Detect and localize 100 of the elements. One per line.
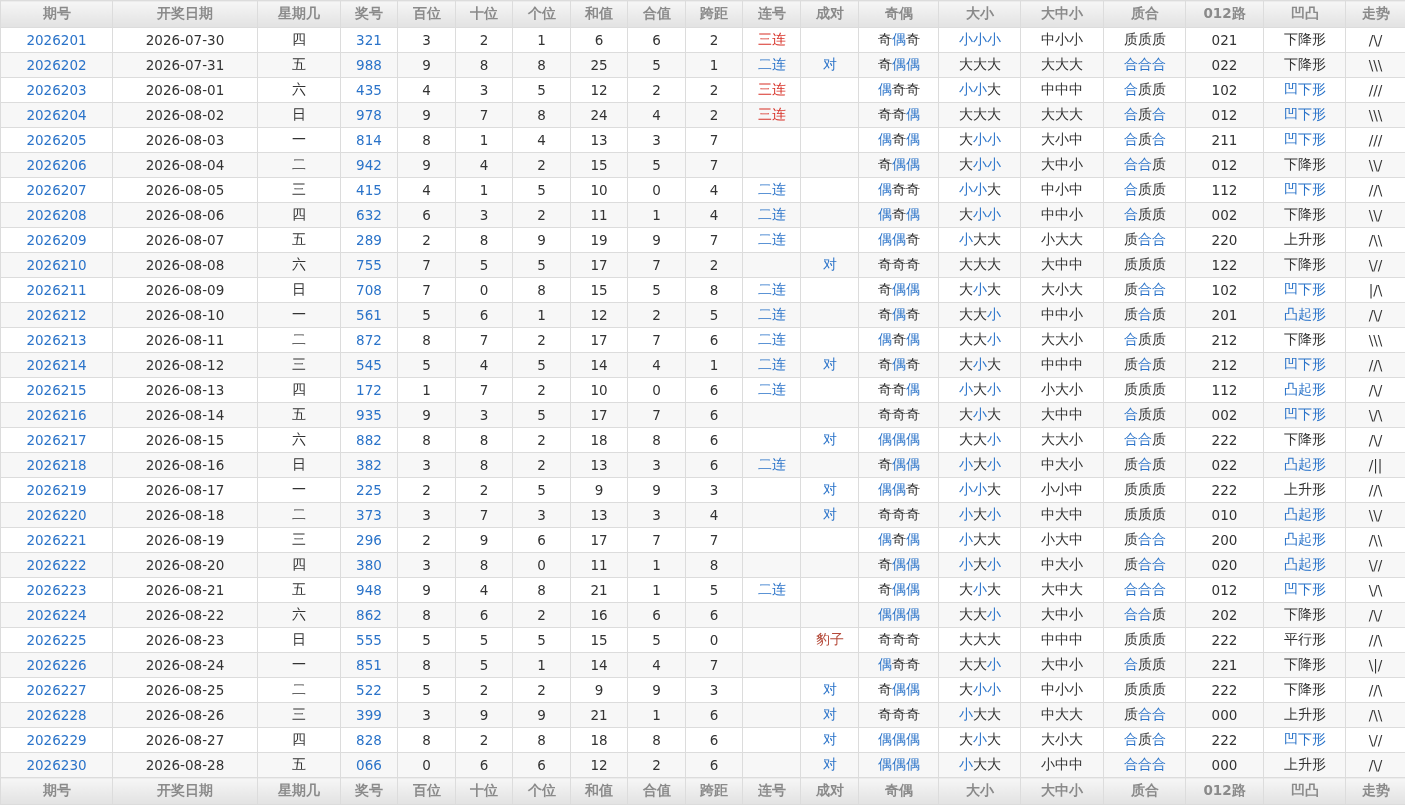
table-cell: 2026225 [0, 627, 113, 653]
table-cell: 奇奇奇 [858, 502, 939, 528]
table-cell: 002 [1185, 402, 1264, 428]
table-cell: 222 [1185, 677, 1264, 703]
table-cell: 212 [1185, 327, 1264, 353]
table-cell: 2026213 [0, 327, 113, 353]
table-cell: 五 [257, 52, 341, 78]
table-cell: 偶奇偶 [858, 202, 939, 228]
table-cell: 2026-08-27 [112, 727, 258, 753]
table-cell: 质质质 [1103, 252, 1186, 278]
table-cell: 小大大 [938, 527, 1021, 553]
table-cell: 2026-08-12 [112, 352, 258, 378]
table-cell: 大小大 [938, 727, 1021, 753]
table-cell: 五 [257, 227, 341, 253]
table-cell: 中大大 [1020, 702, 1104, 728]
table-cell: 2026-08-25 [112, 677, 258, 703]
table-cell: 大大大 [938, 627, 1021, 653]
table-cell: 凹下形 [1263, 352, 1346, 378]
column-header: 凹凸 [1263, 0, 1346, 28]
table-cell: 奇奇偶 [858, 102, 939, 128]
column-header: 开奖日期 [112, 777, 258, 805]
table-cell: 中大小 [1020, 452, 1104, 478]
table-cell: 奇偶偶 [858, 52, 939, 78]
table-cell: 小大小 [938, 377, 1021, 403]
table-cell: 222 [1185, 427, 1264, 453]
table-cell: 四 [257, 377, 341, 403]
table-cell: 下降形 [1263, 602, 1346, 628]
table-cell: 合合合 [1103, 577, 1186, 603]
table-cell: 2026209 [0, 227, 113, 253]
table-cell: 凹下形 [1263, 402, 1346, 428]
column-header: 合值 [627, 0, 686, 28]
table-cell: 三 [257, 527, 341, 553]
table-cell: 小中中 [1020, 752, 1104, 778]
table-cell: 012 [1185, 102, 1264, 128]
table-cell: 奇偶偶 [858, 552, 939, 578]
table-cell: 小大大 [938, 702, 1021, 728]
table-cell: 222 [1185, 477, 1264, 503]
table-cell: 大大大 [1020, 102, 1104, 128]
table-cell: 2026-08-11 [112, 327, 258, 353]
table-cell: 下降形 [1263, 652, 1346, 678]
table-cell: 2026215 [0, 377, 113, 403]
table-cell: 大小大 [938, 402, 1021, 428]
table-cell: 质合质 [1103, 302, 1186, 328]
table-cell: 000 [1185, 752, 1264, 778]
table-cell: 中小中 [1020, 177, 1104, 203]
table-cell: 凸起形 [1263, 452, 1346, 478]
table-cell: 021 [1185, 27, 1264, 53]
table-cell: 下降形 [1263, 327, 1346, 353]
table-cell: 2026206 [0, 152, 113, 178]
column-header: 十位 [455, 0, 513, 28]
table-cell: 大中小 [1020, 152, 1104, 178]
table-cell: 2026228 [0, 702, 113, 728]
column-header: 开奖日期 [112, 0, 258, 28]
table-cell: 2026-08-28 [112, 752, 258, 778]
table-cell: 小小小 [938, 27, 1021, 53]
table-cell: 三 [257, 177, 341, 203]
table-cell: 质质质 [1103, 627, 1186, 653]
table-cell: 偶奇偶 [858, 127, 939, 153]
table-cell: 大中小 [1020, 652, 1104, 678]
table-cell: 二 [257, 502, 341, 528]
table-cell: 2026-08-18 [112, 502, 258, 528]
table-cell: 202 [1185, 602, 1264, 628]
table-cell: 下降形 [1263, 427, 1346, 453]
table-cell: 凸起形 [1263, 527, 1346, 553]
table-cell: 2026217 [0, 427, 113, 453]
table-cell: 合合质 [1103, 602, 1186, 628]
table-cell: 奇奇奇 [858, 627, 939, 653]
table-cell: 大大小 [938, 427, 1021, 453]
table-cell: 合质合 [1103, 102, 1186, 128]
table-cell: 质合合 [1103, 702, 1186, 728]
table-cell: 中大小 [1020, 552, 1104, 578]
table-cell: 020 [1185, 552, 1264, 578]
table-cell: 上升形 [1263, 227, 1346, 253]
table-cell: 122 [1185, 252, 1264, 278]
table-cell: 小小大 [938, 177, 1021, 203]
table-cell: 四 [257, 552, 341, 578]
table-cell: 质合合 [1103, 527, 1186, 553]
table-cell: 质质质 [1103, 677, 1186, 703]
table-cell: 大大小 [938, 652, 1021, 678]
table-cell: 大小小 [938, 202, 1021, 228]
table-cell: 大大小 [938, 602, 1021, 628]
table-cell: 2026-08-02 [112, 102, 258, 128]
table-cell: 质合质 [1103, 352, 1186, 378]
table-cell: 2026227 [0, 677, 113, 703]
table-cell: 大小小 [938, 152, 1021, 178]
table-cell: 222 [1185, 627, 1264, 653]
table-cell: 中小小 [1020, 677, 1104, 703]
table-cell: 大小大 [1020, 727, 1104, 753]
table-cell: 凸起形 [1263, 302, 1346, 328]
table-cell: 2026204 [0, 102, 113, 128]
table-cell: 奇偶偶 [858, 452, 939, 478]
table-cell: 大大小 [938, 327, 1021, 353]
table-cell: 000 [1185, 702, 1264, 728]
table-cell: 2026221 [0, 527, 113, 553]
table-cell: 凹下形 [1263, 577, 1346, 603]
table-cell: 小小中 [1020, 477, 1104, 503]
table-cell: 偶奇奇 [858, 177, 939, 203]
table-cell: 2026229 [0, 727, 113, 753]
table-cell: 大大大 [938, 252, 1021, 278]
table-cell: 合质质 [1103, 652, 1186, 678]
